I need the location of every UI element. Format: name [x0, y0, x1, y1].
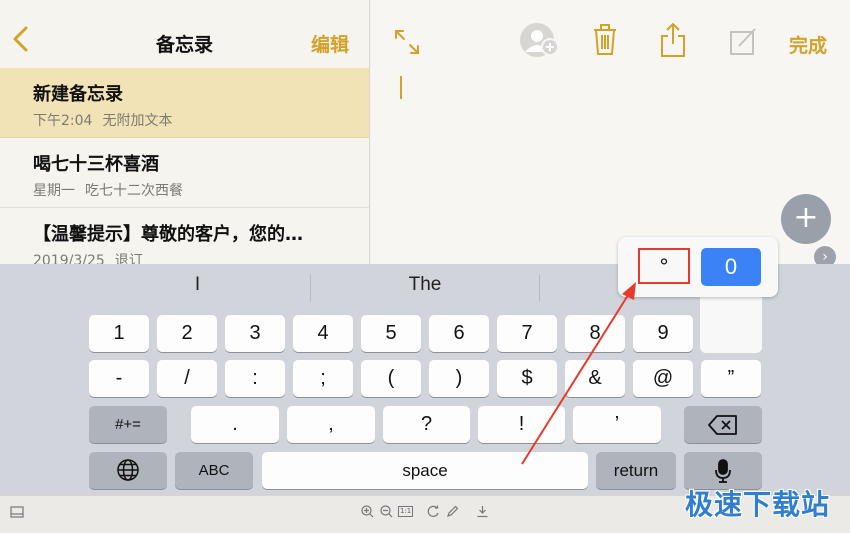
add-button[interactable]: + [781, 194, 831, 244]
share-icon[interactable] [660, 22, 686, 62]
annotation-highlight-box [638, 248, 690, 284]
note-date: 星期一 [33, 183, 75, 199]
key-semicolon[interactable]: ; [293, 360, 353, 397]
rotate-icon[interactable] [427, 505, 440, 521]
note-meta: 星期一 吃七十二次西餐 [33, 180, 369, 200]
text-cursor [400, 76, 402, 99]
note-editor[interactable]: 完成 + › [371, 0, 850, 268]
key-question[interactable]: ? [383, 406, 470, 443]
watermark-logo: 极速下载站 [684, 488, 830, 521]
note-meta: 2019/3/25 退订 [33, 250, 369, 264]
note-date: 下午2:04 [33, 113, 93, 129]
note-title: 新建备忘录 [33, 84, 123, 105]
zoom-in-icon[interactable] [361, 505, 374, 521]
key-colon[interactable]: : [225, 360, 285, 397]
zoom-out-icon[interactable] [380, 505, 393, 521]
download-icon[interactable] [476, 505, 489, 521]
key-9[interactable]: 9 [633, 315, 693, 352]
key-apostrophe[interactable]: ’ [573, 406, 661, 443]
key-comma[interactable]: , [287, 406, 375, 443]
backspace-icon[interactable] [684, 406, 762, 443]
space-key[interactable]: space [262, 452, 588, 489]
key-7[interactable]: 7 [497, 315, 557, 352]
key-dollar[interactable]: $ [497, 360, 557, 397]
key-2[interactable]: 2 [157, 315, 217, 352]
suggestion-divider [539, 274, 540, 302]
note-meta: 下午2:04 无附加文本 [33, 110, 369, 130]
note-date: 2019/3/25 [33, 253, 105, 264]
key-open-paren[interactable]: ( [361, 360, 421, 397]
key-period[interactable]: . [191, 406, 279, 443]
note-title: 喝七十三杯喜酒 [33, 154, 159, 175]
key-slash[interactable]: / [157, 360, 217, 397]
key-popup-stem [700, 290, 762, 353]
key-hyphen[interactable]: - [89, 360, 149, 397]
more-symbols-key[interactable]: #+= [89, 406, 167, 443]
key-5[interactable]: 5 [361, 315, 421, 352]
panel-icon[interactable] [10, 505, 24, 522]
return-key[interactable]: return [596, 452, 676, 489]
key-ampersand[interactable]: & [565, 360, 625, 397]
note-title: 【温馨提示】尊敬的客户，您的… [33, 224, 303, 245]
pen-icon[interactable] [446, 505, 459, 521]
key-6[interactable]: 6 [429, 315, 489, 352]
add-people-icon[interactable] [519, 22, 561, 62]
suggestion-item[interactable]: I [85, 274, 310, 300]
expand-icon[interactable] [393, 28, 421, 60]
note-preview: 吃七十二次西餐 [85, 183, 183, 199]
note-preview: 退订 [114, 253, 143, 264]
key-1[interactable]: 1 [89, 315, 149, 352]
list-item[interactable]: 喝七十三杯喜酒 星期一 吃七十二次西餐 [0, 138, 369, 208]
done-button[interactable]: 完成 [789, 31, 827, 58]
trash-icon[interactable] [592, 24, 618, 60]
notes-list-panel: 备忘录 编辑 新建备忘录 下午2:04 无附加文本 喝七十三杯喜酒 星期一 吃七十二… [0, 0, 370, 264]
key-3[interactable]: 3 [225, 315, 285, 352]
key-close-paren[interactable]: ) [429, 360, 489, 397]
notes-list-header: 备忘录 编辑 [0, 0, 369, 68]
suggestion-item[interactable]: The [311, 274, 539, 300]
list-item[interactable]: 【温馨提示】尊敬的客户，您的… 2019/3/25 退订 [0, 208, 369, 264]
globe-icon[interactable] [89, 452, 167, 489]
key-quote[interactable]: ” [701, 360, 761, 397]
key-8[interactable]: 8 [565, 315, 625, 352]
key-4[interactable]: 4 [293, 315, 353, 352]
actual-size-button[interactable]: 1:1 [398, 506, 414, 517]
abc-key[interactable]: ABC [175, 452, 253, 489]
list-item[interactable]: 新建备忘录 下午2:04 无附加文本 [0, 68, 369, 138]
key-exclamation[interactable]: ! [478, 406, 565, 443]
zero-option[interactable]: 0 [701, 248, 761, 286]
compose-icon[interactable] [729, 26, 757, 60]
key-at[interactable]: @ [633, 360, 693, 397]
edit-button[interactable]: 编辑 [311, 30, 349, 57]
note-preview: 无附加文本 [102, 113, 173, 129]
